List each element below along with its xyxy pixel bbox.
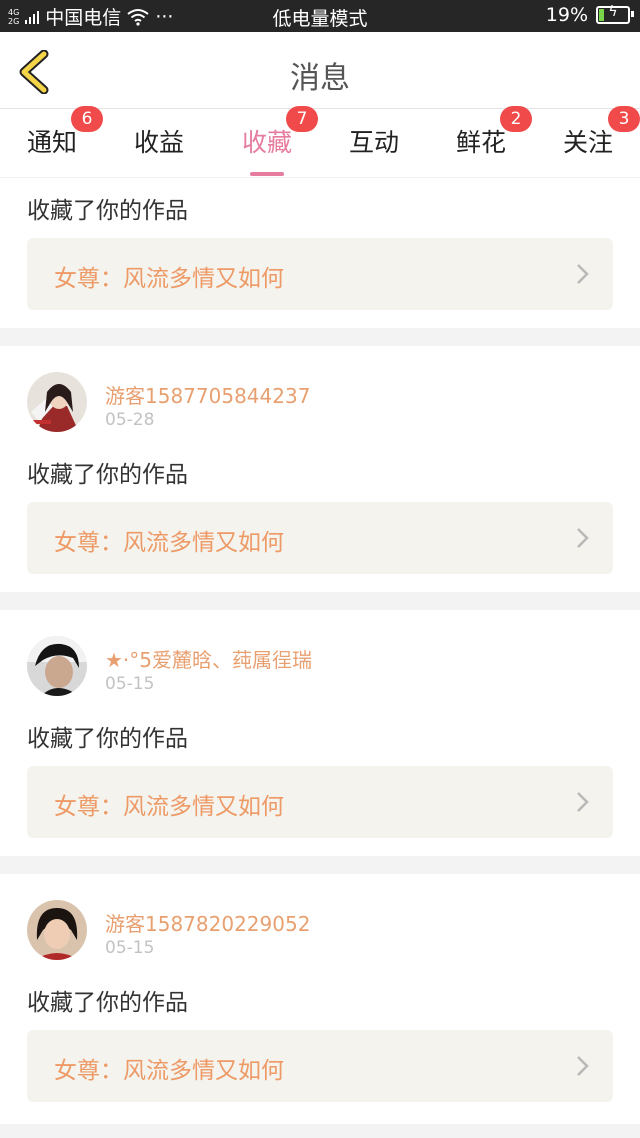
chevron-right-icon [577,792,589,812]
tab-label: 收藏 [241,128,292,157]
timestamp: 05-28 [105,410,155,430]
list-item: 游客1587705844237 05-28 收藏了你的作品 女尊：风流多情又如何 [0,346,640,592]
avatar[interactable] [27,636,87,696]
badge-notifications: 6 [71,106,103,132]
timestamp: 05-15 [105,674,155,694]
battery-icon: ϟ [596,4,634,24]
page-title: 消息 [290,61,350,96]
timestamp: 05-15 [105,938,155,958]
tab-label: 关注 [562,128,613,157]
tab-label: 通知 [26,128,77,157]
work-link[interactable]: 女尊：风流多情又如何 [27,1030,613,1102]
work-title: 女尊：风流多情又如何 [54,794,284,820]
username[interactable]: 游客1587705844237 [105,380,310,409]
tab-label: 鲜花 [455,128,506,157]
chevron-right-icon [577,528,589,548]
tab-following[interactable]: 关注 [558,123,618,159]
tab-notifications[interactable]: 通知 [22,123,82,159]
battery-percent: 19% [545,4,588,26]
work-title: 女尊：风流多情又如何 [54,530,284,556]
nav-bar: 消息 [0,32,640,109]
tab-favorites[interactable]: 收藏 [237,123,297,176]
work-link[interactable]: 女尊：风流多情又如何 [27,502,613,574]
power-mode: 低电量模式 [272,8,368,30]
list-item: 收藏了你的作品 女尊：风流多情又如何 [0,178,640,328]
tab-interactions[interactable]: 互动 [344,123,404,159]
badge-favorites: 7 [286,106,318,132]
tab-label: 互动 [348,128,399,157]
chevron-right-icon [577,264,589,284]
list-item: 游客1587820229052 05-15 收藏了你的作品 女尊：风流多情又如何 [0,874,640,1124]
work-title: 女尊：风流多情又如何 [54,266,284,292]
status-right: 19% ϟ [545,4,634,26]
status-bar: 4G 2G 中国电信 ··· 低电量模式 19% ϟ [0,0,640,32]
action-text: 收藏了你的作品 [27,198,188,224]
avatar[interactable] [27,900,87,960]
badge-following: 3 [608,106,640,132]
action-text: 收藏了你的作品 [27,990,188,1016]
avatar[interactable] [27,372,87,432]
action-text: 收藏了你的作品 [27,462,188,488]
charging-icon: ϟ [608,4,618,20]
tab-label: 收益 [133,128,184,157]
list-item: ★·°5爱麓晗、莼属徎瑞 05-15 收藏了你的作品 女尊：风流多情又如何 [0,610,640,856]
username[interactable]: 游客1587820229052 [105,908,310,937]
work-link[interactable]: 女尊：风流多情又如何 [27,238,613,310]
badge-flowers: 2 [500,106,532,132]
active-tab-indicator [250,172,284,176]
username[interactable]: ★·°5爱麓晗、莼属徎瑞 [105,644,312,673]
action-text: 收藏了你的作品 [27,726,188,752]
tab-earnings[interactable]: 收益 [129,123,189,159]
work-link[interactable]: 女尊：风流多情又如何 [27,766,613,838]
tab-flowers[interactable]: 鲜花 [451,123,511,159]
chevron-right-icon [577,1056,589,1076]
work-title: 女尊：风流多情又如何 [54,1058,284,1084]
